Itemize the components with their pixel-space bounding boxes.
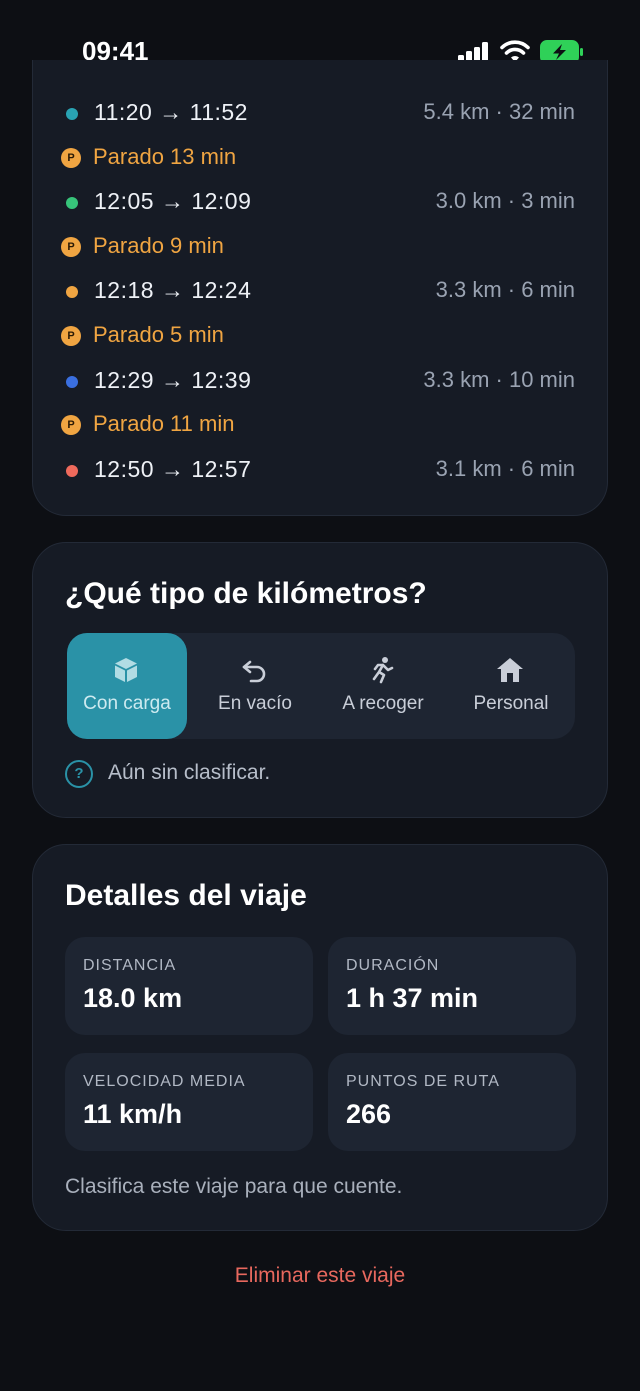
parking-icon: P (61, 415, 81, 436)
km-type-option-personal[interactable]: Personal (451, 633, 571, 739)
duration-tile: DURACIÓN 1 h 37 min (328, 937, 576, 1035)
trip-segment-row: 12:29 → 12:39 3.3 km · 10 min (33, 362, 607, 402)
km-type-label: En vacío (218, 693, 292, 714)
segment-color-dot (66, 108, 78, 120)
km-type-option-a-recoger[interactable]: A recoger (323, 633, 443, 739)
duration-label: DURACIÓN (346, 957, 440, 974)
stop-row: P Parado 11 min (33, 406, 607, 446)
trip-timeline-card: 11:20 → 11:52 5.4 km · 32 min P Parado 13 m… (32, 60, 608, 516)
km-type-label: A recoger (342, 693, 424, 714)
question-circle-icon: ? (65, 760, 93, 788)
trip-segment-row: 12:50 → 12:57 3.1 km · 6 min (33, 451, 607, 491)
details-note: Clasifica este viaje para que cuente. (65, 1175, 403, 1198)
speed-value: 11 km/h (83, 1099, 183, 1129)
segment-distance-duration: 3.1 km · 6 min (435, 455, 575, 481)
route-points-tile: PUNTOS DE RUTA 266 (328, 1053, 576, 1151)
stop-row: P Parado 9 min (33, 228, 607, 268)
return-arrow-icon (242, 660, 266, 683)
trip-segment-row: 12:18 → 12:24 3.3 km · 6 min (33, 272, 607, 312)
parking-icon: P (61, 147, 81, 168)
segment-distance-duration: 3.0 km · 3 min (435, 188, 575, 214)
km-type-card: ¿Qué tipo de kilómetros? Con carga En va… (32, 542, 608, 818)
box-icon (115, 658, 137, 682)
segment-color-dot (66, 286, 78, 299)
segment-times: 12:18 → 12:24 (94, 277, 252, 304)
segment-distance-duration: 3.3 km · 6 min (435, 277, 575, 303)
speed-label: VELOCIDAD MEDIA (83, 1073, 246, 1090)
details-title: Detalles del viaje (65, 879, 307, 912)
hint-text: Aún sin clasificar. (108, 761, 271, 784)
distance-value: 18.0 km (83, 983, 183, 1013)
stop-duration: Parado 11 min (93, 411, 235, 437)
km-type-segmented-control: Con carga En vacío A recoger Personal (67, 633, 575, 739)
delete-trip-button[interactable]: Eliminar este viaje (0, 1264, 640, 1288)
parking-icon: P (61, 326, 81, 346)
route-points-label: PUNTOS DE RUTA (346, 1073, 500, 1090)
segment-times: 12:50 → 12:57 (94, 455, 252, 482)
km-type-title: ¿Qué tipo de kilómetros? (65, 577, 427, 610)
segment-times: 12:05 → 12:09 (94, 188, 252, 215)
segment-times: 12:29 → 12:39 (94, 366, 252, 393)
trip-segment-row: 12:05 → 12:09 3.0 km · 3 min (33, 183, 607, 223)
home-icon (497, 658, 523, 682)
running-person-icon (372, 657, 394, 684)
stop-row: P Parado 5 min (33, 317, 607, 357)
segment-color-dot (66, 197, 78, 210)
distance-label: DISTANCIA (83, 957, 177, 974)
segment-distance-duration: 3.3 km · 10 min (423, 366, 575, 392)
segment-color-dot (66, 464, 78, 477)
trip-segment-row: 11:20 → 11:52 5.4 km · 32 min (33, 94, 607, 134)
trip-details-card: Detalles del viaje DISTANCIA 18.0 km DUR… (32, 844, 608, 1231)
route-points-value: 266 (346, 1099, 392, 1129)
km-type-label: Personal (473, 693, 549, 714)
duration-value: 1 h 37 min (346, 983, 479, 1013)
segment-times: 11:20 → 11:52 (94, 99, 248, 125)
km-type-label: Con carga (83, 693, 171, 714)
stop-duration: Parado 5 min (93, 322, 224, 347)
km-type-option-con-carga[interactable]: Con carga (67, 633, 187, 739)
segment-distance-duration: 5.4 km · 32 min (423, 99, 575, 124)
speed-tile: VELOCIDAD MEDIA 11 km/h (65, 1053, 313, 1151)
parking-icon: P (61, 236, 81, 257)
stop-row: P Parado 13 min (33, 139, 607, 179)
stop-duration: Parado 13 min (93, 143, 237, 169)
stop-duration: Parado 9 min (93, 232, 224, 258)
distance-tile: DISTANCIA 18.0 km (65, 937, 313, 1035)
km-type-option-en-vacio[interactable]: En vacío (195, 633, 315, 739)
segment-color-dot (66, 375, 78, 388)
